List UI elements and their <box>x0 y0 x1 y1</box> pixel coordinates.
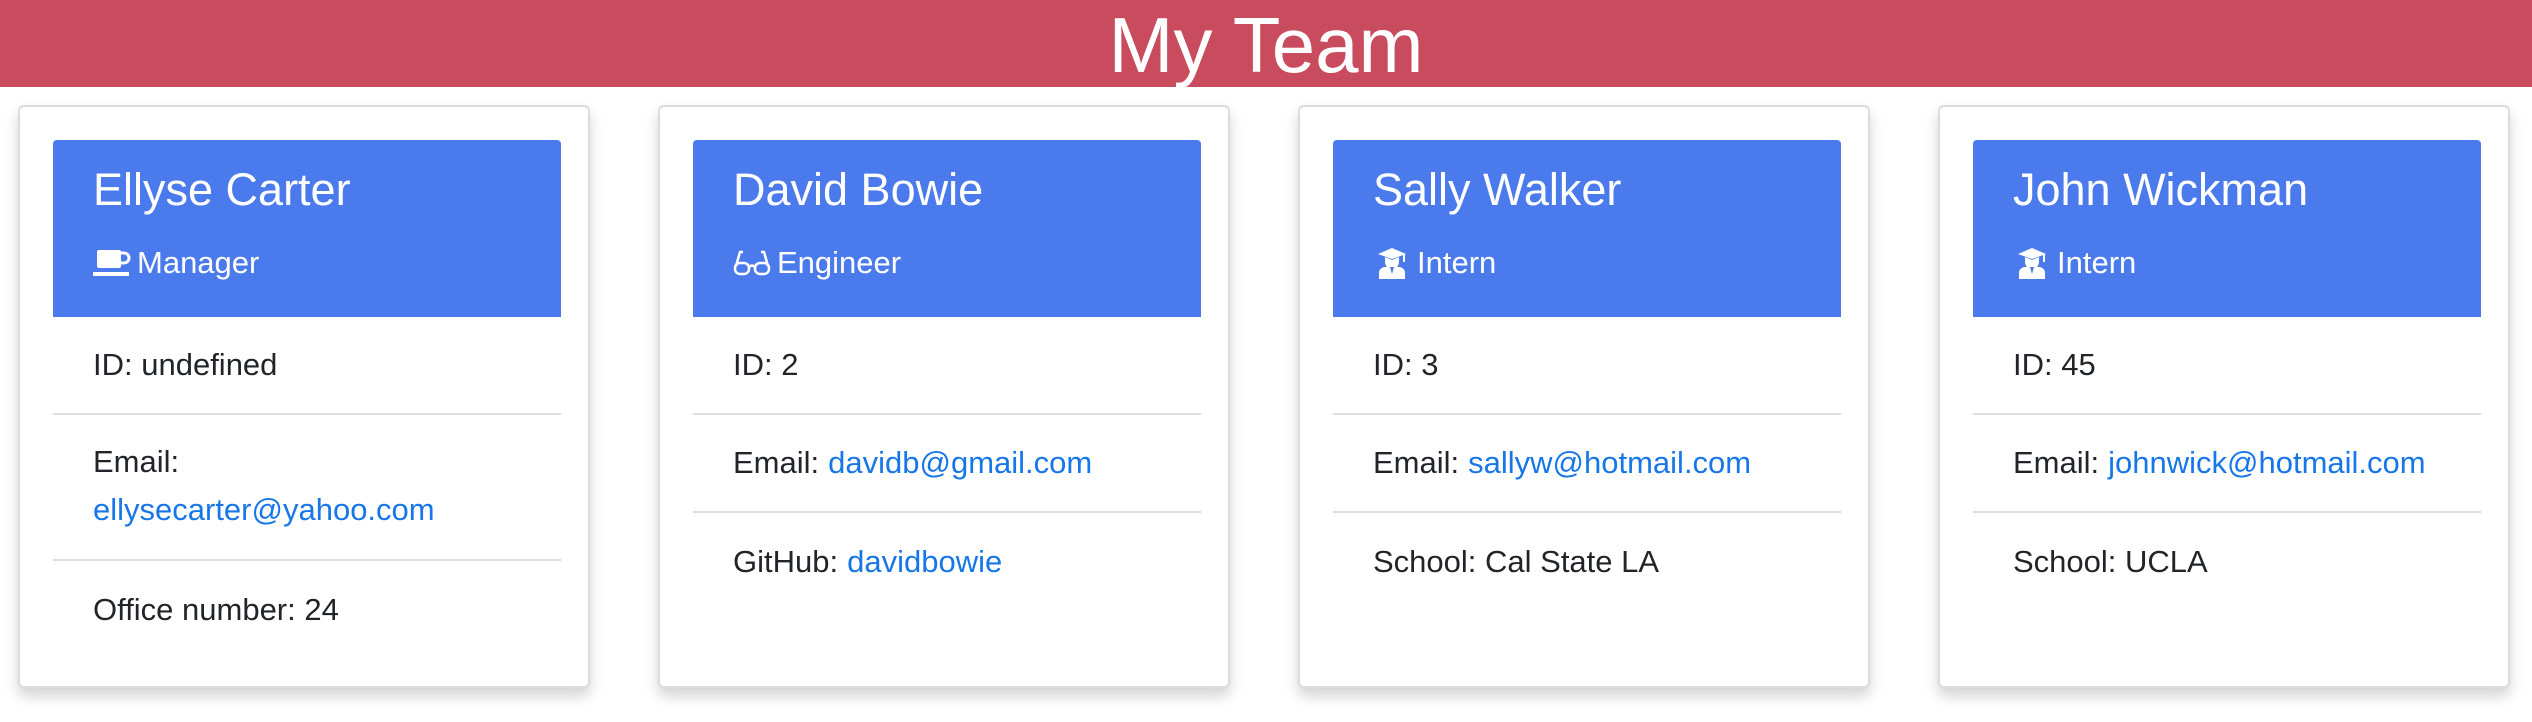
employee-name: John Wickman <box>2013 164 2309 215</box>
employee-id-text: ID: 45 <box>2013 347 2096 382</box>
employee-email: Email: johnwick@hotmail.com <box>1973 415 2481 513</box>
employee-id: ID: 2 <box>693 317 1201 415</box>
team-cards: Ellyse Carter Manager ID: undefined Emai… <box>0 0 2532 722</box>
graduate-icon <box>1373 247 1411 279</box>
employee-card: John Wickman Intern ID: 45 Email: johnwi… <box>1938 105 2510 688</box>
employee-role: Engineer <box>733 245 901 281</box>
github-link[interactable]: davidbowie <box>847 538 1002 586</box>
email-label: Email: <box>93 444 180 479</box>
card-header: Sally Walker Intern <box>1333 140 1841 317</box>
coffee-mug-icon <box>93 247 131 279</box>
card-details: ID: 45 Email: johnwick@hotmail.com Schoo… <box>1973 317 2481 611</box>
employee-role: Intern <box>2013 245 2136 281</box>
card-details: ID: undefined Email: ellysecarter@yahoo.… <box>53 317 561 659</box>
employee-role-label: Intern <box>1417 245 1497 280</box>
employee-role-label: Engineer <box>777 245 902 280</box>
card-header: John Wickman Intern <box>1973 140 2481 317</box>
employee-id: ID: 3 <box>1333 317 1841 415</box>
employee-school: School: UCLA <box>1973 513 2481 611</box>
email-link[interactable]: johnwick@hotmail.com <box>2108 439 2425 487</box>
employee-school: School: Cal State LA <box>1333 513 1841 611</box>
employee-office-number: Office number: 24 <box>53 561 561 659</box>
employee-role: Manager <box>93 245 259 281</box>
office-number-text: Office number: 24 <box>93 592 339 627</box>
employee-github: GitHub: davidbowie <box>693 513 1201 611</box>
employee-role-label: Intern <box>2057 245 2137 280</box>
employee-id: ID: undefined <box>53 317 561 415</box>
employee-card: Sally Walker Intern ID: 3 Email: sallyw@… <box>1298 105 1870 688</box>
github-label: GitHub: <box>733 544 839 579</box>
employee-name: Sally Walker <box>1373 164 1622 215</box>
email-label: Email: <box>2013 445 2100 480</box>
school-text: School: Cal State LA <box>1373 544 1660 579</box>
employee-name: David Bowie <box>733 164 984 215</box>
glasses-icon <box>733 247 771 279</box>
email-link[interactable]: sallyw@hotmail.com <box>1468 439 1751 487</box>
card-header: Ellyse Carter Manager <box>53 140 561 317</box>
employee-name: Ellyse Carter <box>93 164 351 215</box>
email-link[interactable]: davidb@gmail.com <box>828 439 1092 487</box>
card-header: David Bowie Engineer <box>693 140 1201 317</box>
employee-id: ID: 45 <box>1973 317 2481 415</box>
card-details: ID: 2 Email: davidb@gmail.com GitHub: da… <box>693 317 1201 611</box>
email-link[interactable]: ellysecarter@yahoo.com <box>93 492 435 527</box>
employee-role: Intern <box>1373 245 1496 281</box>
employee-id-text: ID: 2 <box>733 347 799 382</box>
email-label: Email: <box>733 445 820 480</box>
employee-id-text: ID: 3 <box>1373 347 1439 382</box>
employee-email: Email: davidb@gmail.com <box>693 415 1201 513</box>
employee-email: Email: sallyw@hotmail.com <box>1333 415 1841 513</box>
employee-role-label: Manager <box>137 245 260 280</box>
card-details: ID: 3 Email: sallyw@hotmail.com School: … <box>1333 317 1841 611</box>
school-text: School: UCLA <box>2013 544 2208 579</box>
graduate-icon <box>2013 247 2051 279</box>
employee-card: David Bowie Engineer ID: 2 Email: davidb… <box>658 105 1230 688</box>
email-label: Email: <box>1373 445 1460 480</box>
employee-id-text: ID: undefined <box>93 347 278 382</box>
employee-card: Ellyse Carter Manager ID: undefined Emai… <box>18 105 590 688</box>
employee-email: Email: ellysecarter@yahoo.com <box>53 415 561 561</box>
